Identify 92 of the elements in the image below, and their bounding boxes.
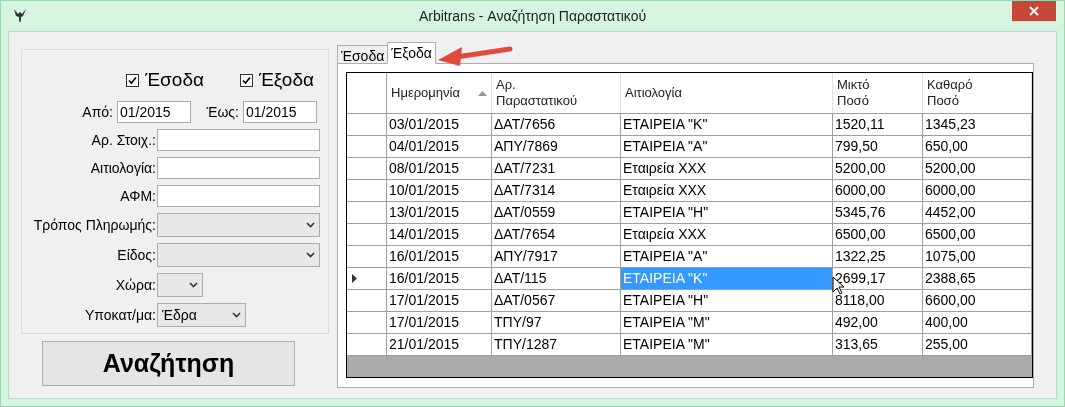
table-cell: ΔΑΤ/7656 (492, 114, 621, 135)
dropdown[interactable] (157, 213, 320, 237)
close-icon (1029, 6, 1039, 16)
search-button[interactable]: Αναζήτηση (42, 341, 295, 386)
table-cell: ΑΠΥ/7869 (492, 136, 621, 157)
table-cell: 6500,00 (833, 224, 923, 245)
column-header[interactable]: Αρ. Παραστατικού (492, 73, 621, 113)
table-cell: ΔΑΤ/7314 (492, 180, 621, 201)
chevron-down-icon (232, 312, 241, 318)
chevron-down-icon (306, 252, 315, 258)
table-cell: Εταιρεία ΧΧΧ (621, 158, 833, 179)
table-cell: 1520,11 (833, 114, 923, 135)
current-row-icon (352, 274, 357, 283)
field-label: Αιτιολογία: (89, 158, 157, 178)
checkbox[interactable]: Έσοδα (126, 65, 204, 95)
column-header[interactable]: Ημερομηνία (387, 73, 492, 113)
table-cell: ΤΠΥ/97 (492, 312, 621, 333)
table-cell: 6000,00 (923, 180, 1032, 201)
field-label: Έως: (205, 102, 240, 122)
table-cell: 6000,00 (833, 180, 923, 201)
table-cell: 03/01/2015 (387, 114, 492, 135)
table-cell: 650,00 (923, 136, 1032, 157)
table-cell: 400,00 (923, 312, 1032, 333)
window-title: Arbitrans - Αναζήτηση Παραστατικού (417, 6, 648, 26)
table-cell: 5345,76 (833, 202, 923, 223)
table-cell: 10/01/2015 (387, 180, 492, 201)
table-cell: 799,50 (833, 136, 923, 157)
field-label: Από: (81, 102, 114, 122)
table-cell: 13/01/2015 (387, 202, 492, 223)
table-cell: 14/01/2015 (387, 224, 492, 245)
table-cell: 21/01/2015 (387, 334, 492, 355)
table-cell: 04/01/2015 (387, 136, 492, 157)
table-cell: 17/01/2015 (387, 312, 492, 333)
table-cell: ΕΤΑΙΡΕΙΑ "Μ" (621, 312, 833, 333)
table-cell: 17/01/2015 (387, 290, 492, 311)
table-cell: 2699,17 (833, 268, 923, 289)
table-cell: ΕΤΑΙΡΕΙΑ "Κ" (621, 114, 833, 135)
table-cell: 2388,65 (923, 268, 1032, 289)
table-cell: 6600,00 (923, 290, 1032, 311)
table-cell: ΔΑΤ/7654 (492, 224, 621, 245)
from-field[interactable]: 01/2015 (117, 101, 191, 123)
field-label: Υποκατ/μα: (84, 305, 157, 325)
to-field[interactable]: 01/2015 (243, 101, 317, 123)
table-cell: 8118,00 (833, 290, 923, 311)
table-cell: 16/01/2015 (387, 268, 492, 289)
dropdown[interactable] (157, 273, 203, 297)
field-label: Αρ. Στοιχ.: (90, 130, 157, 150)
field-label: ΑΦΜ: (119, 186, 157, 206)
table-cell: ΕΤΑΙΡΕΙΑ "Μ" (621, 334, 833, 355)
table-cell: 313,65 (833, 334, 923, 355)
table-cell: 1322,25 (833, 246, 923, 267)
text-field[interactable] (157, 185, 320, 207)
table-cell: ΔΑΤ/0559 (492, 202, 621, 223)
column-header[interactable]: Αιτιολογία (621, 73, 833, 113)
table-cell: ΕΤΑΙΡΕΙΑ "Α" (621, 246, 833, 267)
table-cell: ΕΤΑΙΡΕΙΑ "Α" (621, 136, 833, 157)
table-cell: 255,00 (923, 334, 1032, 355)
table-cell: 08/01/2015 (387, 158, 492, 179)
dropdown[interactable]: Έδρα (157, 303, 246, 327)
checkmark-icon (128, 75, 138, 85)
column-header[interactable]: Μικτό Ποσό (833, 73, 923, 113)
table-cell: 1075,00 (923, 246, 1032, 267)
table-cell: 6500,00 (923, 224, 1032, 245)
text-field[interactable] (157, 129, 320, 151)
text-field[interactable] (157, 157, 320, 179)
checkmark-icon (241, 75, 251, 85)
table-cell: ΕΤΑΙΡΕΙΑ "Η" (621, 290, 833, 311)
close-button[interactable] (1012, 1, 1056, 21)
column-header[interactable]: Καθαρό Ποσό (923, 73, 1032, 113)
table-cell: ΑΠΥ/7917 (492, 246, 621, 267)
tab[interactable]: Έξοδα (387, 42, 436, 64)
table-cell: 492,00 (833, 312, 923, 333)
chevron-down-icon (306, 222, 315, 228)
table-cell: 5200,00 (923, 158, 1032, 179)
tab[interactable]: Έσοδα (337, 45, 389, 64)
table-cell: ΔΑΤ/7231 (492, 158, 621, 179)
field-label: Τρόπος Πληρωμής: (32, 215, 157, 235)
field-label: Είδος: (116, 245, 157, 265)
table-cell: 16/01/2015 (387, 246, 492, 267)
table-cell: 1345,23 (923, 114, 1032, 135)
table-cell: ΔΑΤ/0567 (492, 290, 621, 311)
field-label: Χώρα: (114, 275, 157, 295)
table-cell: 4452,00 (923, 202, 1032, 223)
dropdown[interactable] (157, 243, 320, 267)
table-cell: ΕΤΑΙΡΕΙΑ "Η" (621, 202, 833, 223)
table-cell: 5200,00 (833, 158, 923, 179)
checkbox[interactable]: Έξοδα (239, 65, 314, 95)
table-cell: ΤΠΥ/1287 (492, 334, 621, 355)
table-cell: Εταιρεία ΧΧΧ (621, 224, 833, 245)
chevron-down-icon (189, 282, 198, 288)
eagle-icon (13, 8, 27, 24)
table-cell: Εταιρεία ΧΧΧ (621, 180, 833, 201)
